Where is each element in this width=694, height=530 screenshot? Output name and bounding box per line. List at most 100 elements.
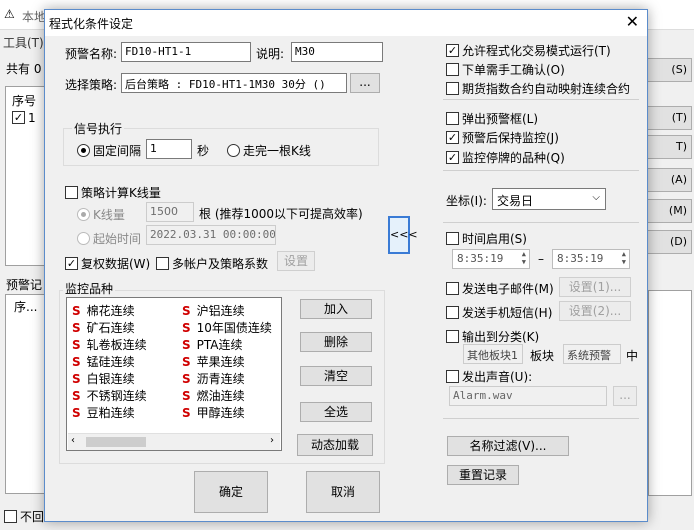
monitor-halted-checkbox[interactable]: 监控停牌的品种(Q) xyxy=(446,149,565,166)
spinner-icon[interactable]: ▲ ▼ xyxy=(622,250,626,266)
dynamic-load-button[interactable]: 动态加载 xyxy=(297,434,373,456)
monitor-list-item[interactable]: S PTA连续 xyxy=(182,336,243,353)
walk-kline-radio[interactable]: 走完一根K线 xyxy=(227,142,311,159)
block-value-input[interactable]: 系统预警 xyxy=(563,344,621,364)
spinner-icon[interactable]: ▲ ▼ xyxy=(522,250,526,266)
popup-warning-checkbox[interactable]: 弹出预警框(L) xyxy=(446,110,538,127)
strategy-input[interactable]: 后台策略 : FD10-HT1-1M30 30分 () xyxy=(121,73,347,93)
coord-select[interactable]: 交易日 ⌵ xyxy=(492,188,606,210)
monitor-list-item[interactable]: S 不锈钢连续 xyxy=(72,387,147,404)
list-horizontal-scrollbar[interactable]: ‹ › xyxy=(68,433,280,450)
monitor-list-item[interactable]: S 锰硅连续 xyxy=(72,353,135,370)
cancel-button[interactable]: 取消 xyxy=(306,471,380,513)
background-log-table: 序... xyxy=(5,294,45,494)
desc-label: 说明: xyxy=(256,47,285,61)
start-time-input[interactable]: 2022.03.31 00:00:00 xyxy=(146,225,276,245)
monitor-list-item[interactable]: S 沥青连续 xyxy=(182,370,245,387)
name-filter-button[interactable]: 名称过滤(V)... xyxy=(447,436,569,456)
monitor-item-label: 苹果连续 xyxy=(196,355,245,369)
series-marker-icon: S xyxy=(72,304,81,318)
seconds-unit: 秒 xyxy=(197,144,210,158)
warning-name-label: 预警名称: xyxy=(65,47,118,61)
manual-confirm-checkbox[interactable]: 下单需手工确认(O) xyxy=(446,61,565,78)
other-block-input[interactable]: 其他板块1 xyxy=(463,344,523,364)
monitor-list-item[interactable]: S 豆粕连续 xyxy=(72,404,135,421)
send-email-checkbox[interactable]: 发送电子邮件(M) xyxy=(446,280,554,297)
desc-input[interactable]: M30 xyxy=(291,42,383,62)
warning-name-input[interactable]: FD10-HT1-1 xyxy=(121,42,251,62)
time-to-input[interactable]: 8:35:19 ▲ ▼ xyxy=(552,249,630,269)
reset-record-button[interactable]: 重置记录 xyxy=(447,465,519,485)
series-marker-icon: S xyxy=(182,389,191,403)
monitor-list-item[interactable]: S 10年国债连续 xyxy=(182,319,272,336)
scroll-left-icon[interactable]: ‹ xyxy=(71,435,75,446)
multi-account-settings-button[interactable]: 设置 xyxy=(277,251,315,271)
time-from-input[interactable]: 8:35:19 ▲ ▼ xyxy=(452,249,530,269)
auto-map-checkbox[interactable]: 期货指数合约自动映射连续合约 xyxy=(446,80,630,97)
fixed-interval-radio[interactable]: 固定间隔 xyxy=(77,142,141,159)
send-sms-checkbox[interactable]: 发送手机短信(H) xyxy=(446,304,552,321)
block-label: 板块 xyxy=(530,349,555,363)
monitor-list-item[interactable]: S 苹果连续 xyxy=(182,353,245,370)
series-marker-icon: S xyxy=(182,304,191,318)
monitor-list-item[interactable]: S 矿石连续 xyxy=(72,319,135,336)
chevron-down-icon: ⌵ xyxy=(592,192,600,203)
add-button[interactable]: 加入 xyxy=(300,299,372,319)
monitor-list-item[interactable]: S 燃油连续 xyxy=(182,387,245,404)
monitor-item-label: 甲醇连续 xyxy=(196,406,245,420)
series-marker-icon: S xyxy=(72,355,81,369)
start-time-radio[interactable]: 起始时间 xyxy=(77,230,141,247)
series-marker-icon: S xyxy=(182,338,191,352)
time-enable-checkbox[interactable]: 时间启用(S) xyxy=(446,230,527,247)
monitor-list-item[interactable]: S 沪铝连续 xyxy=(182,302,245,319)
collapse-button[interactable]: <<< xyxy=(388,216,418,254)
clear-button[interactable]: 清空 xyxy=(300,366,372,386)
monitor-item-label: 沪铝连续 xyxy=(196,304,245,318)
bottom-checkbox[interactable]: 不回 xyxy=(4,508,44,525)
sound-browse-button[interactable]: ... xyxy=(613,386,637,406)
monitor-list-item[interactable]: S 轧卷板连续 xyxy=(72,336,147,353)
series-marker-icon: S xyxy=(72,406,81,420)
close-icon[interactable]: ✕ xyxy=(626,12,639,31)
series-marker-icon: S xyxy=(72,338,81,352)
series-marker-icon: S xyxy=(182,355,191,369)
row-first: 1 xyxy=(12,111,36,125)
monitor-list-item[interactable]: S 甲醇连续 xyxy=(182,404,245,421)
monitor-group-label: 监控品种 xyxy=(63,280,116,297)
time-dash: – xyxy=(538,252,544,266)
kline-qty-input[interactable]: 1500 xyxy=(146,202,194,222)
play-sound-checkbox[interactable]: 发出声音(U): xyxy=(446,368,532,385)
multi-account-checkbox[interactable]: 多帐户及策略系数 xyxy=(156,255,268,272)
select-all-button[interactable]: 全选 xyxy=(300,402,372,422)
monitor-item-label: 白银连续 xyxy=(86,372,135,386)
ok-button[interactable]: 确定 xyxy=(194,471,268,513)
zhong-label: 中 xyxy=(626,349,639,363)
allow-program-trading-checkbox[interactable]: 允许程式化交易模式运行(T) xyxy=(446,42,611,59)
kline-qty-radio[interactable]: K线量 xyxy=(77,206,125,223)
adjusted-data-checkbox[interactable]: 复权数据(W) xyxy=(65,255,150,272)
separator xyxy=(443,170,639,171)
monitor-list[interactable]: S 棉花连续 S 矿石连续 S 轧卷板连续 S 锰硅连续 S 白银连续 S 不锈钢连续 S 豆粕连续 S沪… xyxy=(66,297,282,451)
menu-tools[interactable]: 工具(T) xyxy=(3,34,44,51)
fixed-interval-input[interactable]: 1 xyxy=(146,139,192,159)
sound-file-input[interactable]: Alarm.wav xyxy=(449,386,607,406)
email-settings-button[interactable]: 设置(1)... xyxy=(559,277,631,297)
sms-settings-button[interactable]: 设置(2)... xyxy=(559,301,631,321)
monitor-item-label: 矿石连续 xyxy=(86,321,135,335)
background-table: 序号 1 xyxy=(5,86,45,266)
scroll-right-icon[interactable]: › xyxy=(270,435,274,446)
monitor-list-item[interactable]: S 白银连续 xyxy=(72,370,135,387)
output-category-checkbox[interactable]: 输出到分类(K) xyxy=(446,328,539,345)
warning-icon: ⚠ xyxy=(4,7,15,21)
delete-button[interactable]: 删除 xyxy=(300,332,372,352)
keep-monitor-checkbox[interactable]: 预警后保持监控(J) xyxy=(446,129,559,146)
monitor-list-item[interactable]: S 棉花连续 xyxy=(72,302,135,319)
strategy-browse-button[interactable]: ... xyxy=(350,73,380,93)
monitor-item-label: 轧卷板连续 xyxy=(86,338,147,352)
condition-settings-dialog: 程式化条件设定 ✕ 预警名称: FD10-HT1-1 说明: M30 选择策略:… xyxy=(44,9,648,522)
coord-label: 坐标(I): xyxy=(446,194,487,208)
scroll-thumb[interactable] xyxy=(86,437,146,447)
series-marker-icon: S xyxy=(182,321,191,335)
calc-kline-checkbox[interactable]: 策略计算K线量 xyxy=(65,184,161,201)
background-right-panel xyxy=(648,290,692,496)
